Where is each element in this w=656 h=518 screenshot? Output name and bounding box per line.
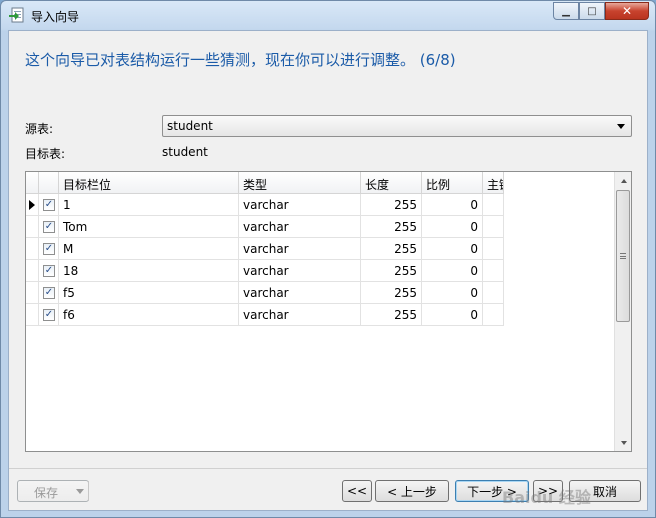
field-length-cell[interactable]: 255: [361, 238, 422, 260]
include-cell: ✓: [39, 238, 59, 260]
field-type-cell[interactable]: varchar: [239, 260, 361, 282]
row-indicator: [26, 304, 39, 326]
column-header-primary-key[interactable]: 主键: [483, 172, 504, 194]
chevron-down-icon: [617, 124, 625, 129]
split-divider: [88, 481, 89, 501]
field-type-cell[interactable]: varchar: [239, 282, 361, 304]
field-length-cell[interactable]: 255: [361, 194, 422, 216]
row-indicator: [26, 238, 39, 260]
table-row[interactable]: ✓ f5 varchar 255 0: [26, 282, 504, 304]
field-type-cell[interactable]: varchar: [239, 216, 361, 238]
field-scale-cell[interactable]: 0: [422, 260, 483, 282]
save-split-button[interactable]: 保存: [17, 480, 89, 502]
field-name-cell[interactable]: M: [59, 238, 239, 260]
field-pk-cell[interactable]: [483, 260, 504, 282]
table-row[interactable]: ✓ Tom varchar 255 0: [26, 216, 504, 238]
footer-divider: [9, 468, 647, 469]
field-scale-cell[interactable]: 0: [422, 282, 483, 304]
title-bar[interactable]: 导入向导 ▁ □ ✕: [1, 1, 655, 29]
watermark: Baidu 经验: [502, 488, 591, 507]
row-indicator: [26, 216, 39, 238]
maximize-button[interactable]: □: [579, 2, 605, 20]
header-include: [39, 172, 59, 194]
include-cell: ✓: [39, 260, 59, 282]
first-step-button[interactable]: <<: [342, 480, 372, 502]
include-cell: ✓: [39, 194, 59, 216]
table-row[interactable]: ✓ f6 varchar 255 0: [26, 304, 504, 326]
arrow-down-icon: [620, 440, 627, 445]
field-mapping-grid[interactable]: 目标栏位 类型 长度 比例 主键 ✓ 1 varchar 255 0 ✓ Tom…: [25, 171, 632, 452]
field-scale-cell[interactable]: 0: [422, 238, 483, 260]
source-table-select[interactable]: student: [162, 115, 632, 137]
include-checkbox[interactable]: ✓: [43, 243, 55, 255]
include-checkbox[interactable]: ✓: [43, 265, 55, 277]
target-table-label: 目标表:: [25, 147, 66, 161]
column-header-type[interactable]: 类型: [239, 172, 361, 194]
include-checkbox[interactable]: ✓: [43, 199, 55, 211]
field-pk-cell[interactable]: [483, 282, 504, 304]
wizard-headline: 这个向导已对表结构运行一些猜测，现在你可以进行调整。 (6/8): [25, 51, 456, 69]
column-header-scale[interactable]: 比例: [422, 172, 483, 194]
table-row[interactable]: ✓ 1 varchar 255 0: [26, 194, 504, 216]
source-table-label: 源表:: [25, 122, 54, 136]
field-length-cell[interactable]: 255: [361, 216, 422, 238]
column-header-target-field[interactable]: 目标栏位: [59, 172, 239, 194]
field-scale-cell[interactable]: 0: [422, 304, 483, 326]
include-cell: ✓: [39, 304, 59, 326]
minimize-button[interactable]: ▁: [553, 2, 579, 20]
arrow-up-icon: [620, 178, 627, 183]
wizard-body: 这个向导已对表结构运行一些猜测，现在你可以进行调整。 (6/8) 源表: stu…: [8, 30, 648, 511]
previous-step-button[interactable]: < 上一步: [375, 480, 449, 502]
include-checkbox[interactable]: ✓: [43, 287, 55, 299]
import-wizard-icon: [9, 7, 24, 23]
scroll-up-button[interactable]: [615, 172, 632, 189]
header-row-indicator: [26, 172, 39, 194]
grid-header: 目标栏位 类型 长度 比例 主键: [26, 172, 504, 194]
field-name-cell[interactable]: f6: [59, 304, 239, 326]
field-type-cell[interactable]: varchar: [239, 238, 361, 260]
minimize-icon: ▁: [562, 5, 570, 17]
import-wizard-window: 导入向导 ▁ □ ✕ 这个向导已对表结构运行一些猜测，现在你可以进行调整。 (6…: [0, 0, 656, 518]
field-name-cell[interactable]: 18: [59, 260, 239, 282]
field-pk-cell[interactable]: [483, 238, 504, 260]
field-length-cell[interactable]: 255: [361, 304, 422, 326]
include-cell: ✓: [39, 282, 59, 304]
field-scale-cell[interactable]: 0: [422, 194, 483, 216]
field-name-cell[interactable]: Tom: [59, 216, 239, 238]
chevron-down-icon: [76, 489, 84, 494]
include-checkbox[interactable]: ✓: [43, 309, 55, 321]
column-header-length[interactable]: 长度: [361, 172, 422, 194]
field-type-cell[interactable]: varchar: [239, 304, 361, 326]
table-row[interactable]: ✓ M varchar 255 0: [26, 238, 504, 260]
field-pk-cell[interactable]: [483, 194, 504, 216]
scroll-thumb[interactable]: [616, 190, 630, 322]
target-table-value: student: [162, 145, 208, 159]
field-pk-cell[interactable]: [483, 304, 504, 326]
current-row-arrow-icon: [29, 200, 35, 210]
window-controls: ▁ □ ✕: [553, 2, 649, 20]
window-title: 导入向导: [31, 10, 80, 24]
maximize-icon: □: [587, 5, 597, 17]
save-button-label: 保存: [34, 486, 59, 500]
field-length-cell[interactable]: 255: [361, 260, 422, 282]
table-row[interactable]: ✓ 18 varchar 255 0: [26, 260, 504, 282]
row-indicator: [26, 282, 39, 304]
scroll-down-button[interactable]: [615, 434, 632, 451]
close-button[interactable]: ✕: [605, 2, 649, 20]
field-name-cell[interactable]: 1: [59, 194, 239, 216]
field-type-cell[interactable]: varchar: [239, 194, 361, 216]
include-cell: ✓: [39, 216, 59, 238]
field-pk-cell[interactable]: [483, 216, 504, 238]
include-checkbox[interactable]: ✓: [43, 221, 55, 233]
field-scale-cell[interactable]: 0: [422, 216, 483, 238]
row-indicator: [26, 194, 39, 216]
field-name-cell[interactable]: f5: [59, 282, 239, 304]
grid-vertical-scrollbar[interactable]: [614, 172, 631, 451]
source-table-value: student: [167, 119, 213, 133]
close-icon: ✕: [621, 4, 633, 18]
field-length-cell[interactable]: 255: [361, 282, 422, 304]
row-indicator: [26, 260, 39, 282]
grip-icon: [620, 253, 626, 259]
